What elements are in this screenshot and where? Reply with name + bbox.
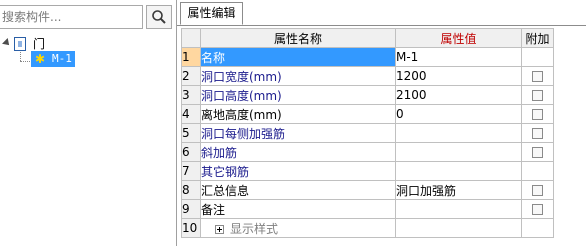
table-row[interactable]: 4 离地高度(mm) 0 <box>181 104 554 124</box>
attach-checkbox[interactable] <box>532 109 543 120</box>
attach-checkbox[interactable] <box>532 128 543 139</box>
attach-cell <box>521 85 554 105</box>
header-property-name[interactable]: 属性名称 <box>200 28 396 48</box>
table-row[interactable]: 9 备注 <box>181 199 554 219</box>
row-index: 7 <box>181 161 201 181</box>
attach-cell <box>521 66 554 86</box>
attach-cell <box>521 199 554 219</box>
property-group-display-style[interactable]: 显示样式 <box>200 218 396 238</box>
tree-connector <box>20 52 22 61</box>
tab-strip: 属性编辑 <box>177 0 586 26</box>
property-editor-panel: 属性编辑 属性名称 属性值 附加 1 名称 M-1 2 洞口宽度(mm) 120… <box>177 0 586 246</box>
row-index: 9 <box>181 199 201 219</box>
attach-cell <box>521 180 554 200</box>
property-value[interactable] <box>395 123 522 143</box>
property-value[interactable]: 0 <box>395 104 522 124</box>
table-row[interactable]: 2 洞口宽度(mm) 1200 <box>181 66 554 86</box>
row-index: 2 <box>181 66 201 86</box>
table-row[interactable]: 5 洞口每侧加强筋 <box>181 123 554 143</box>
property-name[interactable]: 洞口宽度(mm) <box>200 66 396 86</box>
row-index: 4 <box>181 104 201 124</box>
property-name[interactable]: 其它钢筋 <box>200 161 396 181</box>
property-value[interactable] <box>395 218 522 238</box>
search-icon <box>152 10 166 24</box>
header-property-value[interactable]: 属性值 <box>395 28 522 48</box>
row-index: 3 <box>181 85 201 105</box>
grid-header-row: 属性名称 属性值 附加 <box>181 28 554 48</box>
tree-item-label: M-1 <box>52 52 72 65</box>
collapse-arrow-icon[interactable] <box>2 38 12 48</box>
row-index: 8 <box>181 180 201 200</box>
attach-cell <box>521 218 554 238</box>
component-tree: 门 <box>0 36 176 52</box>
attach-cell <box>521 123 554 143</box>
row-index: 1 <box>181 47 201 67</box>
table-row[interactable]: 7 其它钢筋 <box>181 161 554 181</box>
table-row[interactable]: 1 名称 M-1 <box>181 47 554 67</box>
property-value[interactable] <box>395 199 522 219</box>
property-value[interactable]: 1200 <box>395 66 522 86</box>
search-button[interactable] <box>146 5 172 29</box>
row-index: 5 <box>181 123 201 143</box>
property-name: 显示样式 <box>230 221 279 236</box>
property-name[interactable]: 离地高度(mm) <box>200 104 396 124</box>
attach-checkbox[interactable] <box>532 147 543 158</box>
tree-connector <box>20 61 30 63</box>
row-index: 6 <box>181 142 201 162</box>
plus-icon[interactable] <box>215 224 224 234</box>
property-name[interactable]: 名称 <box>200 47 396 67</box>
search-input[interactable] <box>0 6 142 28</box>
table-row[interactable]: 6 斜加筋 <box>181 142 554 162</box>
property-name[interactable]: 洞口高度(mm) <box>200 85 396 105</box>
table-row[interactable]: 8 汇总信息 洞口加强筋 <box>181 180 554 200</box>
tab-property-edit[interactable]: 属性编辑 <box>180 2 243 25</box>
property-name[interactable]: 洞口每侧加强筋 <box>200 123 396 143</box>
attach-cell <box>521 47 554 67</box>
component-tree-panel: 门 ✱ M-1 <box>0 0 177 246</box>
attach-checkbox[interactable] <box>532 185 543 196</box>
tree-item-label: 门 <box>33 37 46 51</box>
tree-item-door[interactable]: 门 <box>0 36 176 52</box>
attach-checkbox[interactable] <box>532 90 543 101</box>
attach-checkbox[interactable] <box>532 204 543 215</box>
property-value[interactable]: 2100 <box>395 85 522 105</box>
attach-cell <box>521 142 554 162</box>
attach-checkbox[interactable] <box>532 71 543 82</box>
table-row[interactable]: 3 洞口高度(mm) 2100 <box>181 85 554 105</box>
property-value[interactable] <box>395 161 522 181</box>
property-value[interactable]: M-1 <box>395 47 522 67</box>
property-name[interactable]: 汇总信息 <box>200 180 396 200</box>
attach-cell <box>521 104 554 124</box>
attach-cell <box>521 161 554 181</box>
row-index: 10 <box>181 218 201 238</box>
property-grid: 属性名称 属性值 附加 1 名称 M-1 2 洞口宽度(mm) 1200 3 洞… <box>181 28 554 238</box>
header-attach[interactable]: 附加 <box>521 28 554 48</box>
gear-icon: ✱ <box>34 52 46 66</box>
property-value[interactable]: 洞口加强筋 <box>395 180 522 200</box>
header-index <box>181 28 201 48</box>
property-name[interactable]: 备注 <box>200 199 396 219</box>
property-value[interactable] <box>395 142 522 162</box>
search-box <box>0 5 143 29</box>
property-name[interactable]: 斜加筋 <box>200 142 396 162</box>
table-row[interactable]: 10 显示样式 <box>181 218 554 238</box>
door-icon <box>14 37 26 51</box>
